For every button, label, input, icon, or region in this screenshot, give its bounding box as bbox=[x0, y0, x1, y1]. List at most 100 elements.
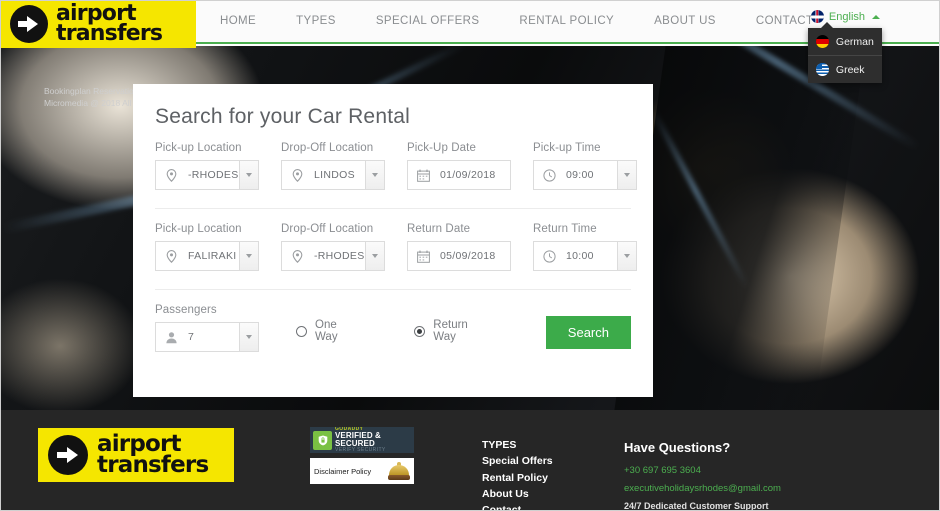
field-label: Pick-Up Date bbox=[407, 142, 476, 154]
language-option-label: German bbox=[835, 35, 874, 48]
car-rental-search-panel: Search for your Car Rental Pick-up Locat… bbox=[133, 84, 653, 397]
radio-button-selected-icon[interactable] bbox=[414, 325, 426, 337]
disclaimer-policy-label: Disclaimer Policy bbox=[314, 466, 372, 476]
nav-item-rental-policy[interactable]: RENTAL POLICY bbox=[499, 15, 634, 27]
language-option-german[interactable]: German bbox=[808, 28, 882, 55]
map-pin-icon bbox=[156, 168, 186, 182]
language-option-label: Greek bbox=[835, 63, 865, 76]
main-navigation: HOME TYPES SPECIAL OFFERS RENTAL POLICY … bbox=[200, 0, 833, 42]
field-pickup-location-1: Pick-up Location -RHODES bbox=[155, 142, 259, 190]
arrow-right-circle-icon bbox=[10, 5, 48, 43]
chevron-down-icon[interactable] bbox=[617, 161, 636, 189]
radio-button-icon[interactable] bbox=[296, 325, 307, 337]
field-label: Pick-up Location bbox=[155, 223, 242, 235]
footer-contact-block: Have Questions? +30 697 695 3604 executi… bbox=[624, 438, 781, 511]
chevron-down-icon[interactable] bbox=[239, 161, 258, 189]
search-row-return: Pick-up Location FALIRAKI Drop-Off Locat… bbox=[155, 223, 637, 271]
chevron-down-icon[interactable] bbox=[617, 242, 636, 270]
godaddy-badge-text: GODADDY VERIFIED & SECURED VERIFY SECURI… bbox=[335, 427, 414, 453]
field-label: Return Time bbox=[533, 223, 597, 235]
language-selector[interactable]: English German Greek bbox=[807, 10, 882, 83]
field-return-time: Return Time 10:00 bbox=[533, 223, 637, 271]
pickup-location-select-1[interactable]: -RHODES bbox=[155, 160, 259, 190]
footer-link-list: TYPES Special Offers Rental Policy About… bbox=[482, 437, 553, 511]
field-value: 7 bbox=[188, 331, 195, 343]
language-option-greek[interactable]: Greek bbox=[807, 55, 882, 83]
footer-email-link[interactable]: executiveholidaysrhodes@gmail.com bbox=[624, 482, 781, 496]
section-divider bbox=[155, 289, 631, 290]
field-label: Passengers bbox=[155, 304, 217, 316]
godaddy-verified-label: VERIFIED & SECURED bbox=[335, 431, 381, 448]
nav-item-home[interactable]: HOME bbox=[200, 15, 276, 27]
footer-link-contact[interactable]: Contact bbox=[482, 502, 553, 511]
godaddy-verify-security-label: VERIFY SECURITY bbox=[335, 447, 386, 453]
page-root: airport transfers HOME TYPES SPECIAL OFF… bbox=[0, 0, 940, 511]
return-time-select[interactable]: 10:00 bbox=[533, 241, 637, 271]
footer-link-rental-policy[interactable]: Rental Policy bbox=[482, 470, 553, 486]
radio-one-way[interactable]: One Way bbox=[296, 319, 354, 343]
section-divider bbox=[155, 208, 631, 209]
calendar-icon bbox=[408, 250, 438, 263]
field-pickup-date: Pick-Up Date 01/09/2018 bbox=[407, 142, 511, 190]
field-dropoff-location-1: Drop-Off Location LINDOS bbox=[281, 142, 385, 190]
language-dropdown-menu[interactable]: German Greek bbox=[807, 22, 882, 83]
godaddy-verified-badge[interactable]: GODADDY VERIFIED & SECURED VERIFY SECURI… bbox=[310, 427, 414, 453]
lock-shield-icon bbox=[313, 430, 332, 450]
field-value: FALIRAKI bbox=[188, 250, 237, 262]
chevron-down-icon[interactable] bbox=[365, 161, 384, 189]
footer-link-about-us[interactable]: About Us bbox=[482, 486, 553, 502]
person-icon bbox=[156, 331, 186, 344]
chevron-down-icon[interactable] bbox=[239, 242, 258, 270]
chevron-down-icon[interactable] bbox=[365, 242, 384, 270]
return-date-input[interactable]: 05/09/2018 bbox=[407, 241, 511, 271]
pickup-location-select-2[interactable]: FALIRAKI bbox=[155, 241, 259, 271]
field-label: Return Date bbox=[407, 223, 471, 235]
language-current-label: English bbox=[828, 10, 865, 23]
footer-phone-link[interactable]: +30 697 695 3604 bbox=[624, 464, 781, 478]
german-flag-icon bbox=[815, 35, 829, 48]
greek-flag-icon bbox=[815, 63, 829, 76]
footer-logo[interactable]: airport transfers bbox=[38, 428, 234, 482]
clock-icon bbox=[534, 168, 564, 182]
footer-support-text: 24/7 Dedicated Customer Support bbox=[624, 501, 769, 511]
clock-icon bbox=[534, 249, 564, 263]
field-passengers: Passengers 7 bbox=[155, 304, 259, 352]
field-label: Drop-Off Location bbox=[281, 223, 374, 235]
pickup-date-input[interactable]: 01/09/2018 bbox=[407, 160, 511, 190]
radio-label: One Way bbox=[315, 319, 338, 343]
chevron-down-icon[interactable] bbox=[239, 323, 258, 351]
field-value: -RHODES bbox=[314, 250, 365, 262]
page-title: Search for your Car Rental bbox=[155, 105, 410, 128]
radio-label: Return Way bbox=[433, 319, 468, 343]
nav-item-special-offers[interactable]: SPECIAL OFFERS bbox=[356, 15, 500, 27]
arrow-right-circle-icon bbox=[48, 435, 88, 475]
field-pickup-location-2: Pick-up Location FALIRAKI bbox=[155, 223, 259, 271]
pickup-time-select[interactable]: 09:00 bbox=[533, 160, 637, 190]
field-dropoff-location-2: Drop-Off Location -RHODES bbox=[281, 223, 385, 271]
footer-logo-wordmark: airport transfers bbox=[97, 432, 209, 476]
map-pin-icon bbox=[282, 249, 312, 263]
search-row-options: Passengers 7 One Way Return Way Search bbox=[155, 304, 631, 352]
logo-wordmark: airport transfers bbox=[56, 2, 163, 46]
field-value: LINDOS bbox=[314, 169, 355, 181]
dropoff-location-select-2[interactable]: -RHODES bbox=[281, 241, 385, 271]
nav-item-about-us[interactable]: ABOUT US bbox=[634, 15, 736, 27]
footer-link-types[interactable]: TYPES bbox=[482, 437, 553, 453]
radio-return-way[interactable]: Return Way bbox=[414, 319, 484, 343]
dropoff-location-select-1[interactable]: LINDOS bbox=[281, 160, 385, 190]
nav-item-types[interactable]: TYPES bbox=[276, 15, 356, 27]
footer-contact-heading: Have Questions? bbox=[624, 440, 731, 455]
field-return-date: Return Date 05/09/2018 bbox=[407, 223, 511, 271]
map-pin-icon bbox=[156, 249, 186, 263]
field-pickup-time: Pick-up Time 09:00 bbox=[533, 142, 637, 190]
field-value: 05/09/2018 bbox=[440, 250, 496, 262]
passengers-select[interactable]: 7 bbox=[155, 322, 259, 352]
search-button[interactable]: Search bbox=[545, 316, 631, 349]
field-value: 09:00 bbox=[566, 169, 594, 181]
site-logo[interactable]: airport transfers bbox=[0, 0, 196, 48]
footer-link-special-offers[interactable]: Special Offers bbox=[482, 453, 553, 469]
logo-line-2: transfers bbox=[56, 21, 163, 46]
site-footer: airport transfers TYPES Special Offers R… bbox=[0, 410, 940, 511]
field-value: -RHODES bbox=[188, 169, 239, 181]
disclaimer-policy-badge[interactable]: Disclaimer Policy bbox=[310, 458, 414, 484]
